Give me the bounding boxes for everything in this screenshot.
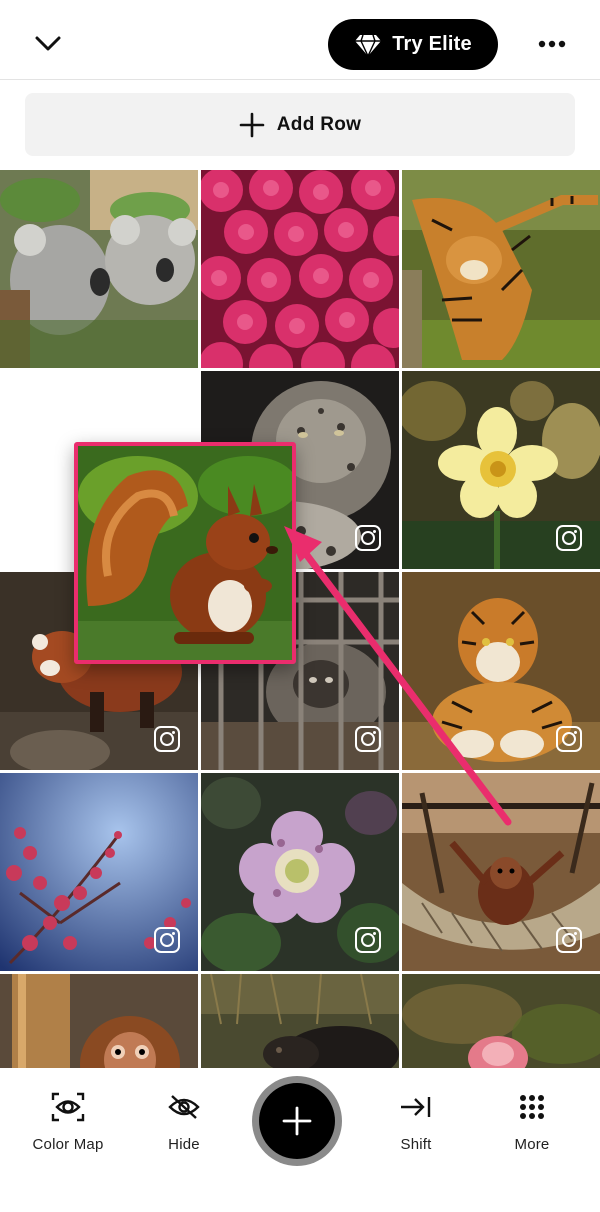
photo-tile-orangutan-hammock[interactable] bbox=[402, 773, 600, 971]
photo-tile-pink-flower[interactable] bbox=[402, 974, 600, 1068]
instagram-icon bbox=[154, 726, 180, 752]
photo-tile-hellebore[interactable] bbox=[201, 773, 399, 971]
photo-tile-koalas[interactable] bbox=[0, 170, 198, 368]
add-photo-fab-inner bbox=[259, 1083, 335, 1159]
photo-tile-blossom[interactable] bbox=[0, 773, 198, 971]
instagram-icon bbox=[154, 927, 180, 953]
add-row-label: Add Row bbox=[276, 113, 362, 135]
photo-tile-tiger-stretching[interactable] bbox=[402, 170, 600, 368]
hide-label: Hide bbox=[168, 1136, 200, 1153]
instagram-icon bbox=[355, 927, 381, 953]
instagram-icon bbox=[556, 525, 582, 551]
dragged-photo-tile-squirrel[interactable] bbox=[74, 442, 296, 664]
top-bar: Try Elite bbox=[0, 0, 600, 80]
photo-tile-small-mammal[interactable] bbox=[201, 974, 399, 1068]
instagram-icon bbox=[556, 726, 582, 752]
more-label: More bbox=[514, 1136, 550, 1153]
try-elite-button[interactable]: Try Elite bbox=[328, 19, 498, 70]
photo-tile-tiger-lying[interactable] bbox=[402, 572, 600, 770]
bottom-toolbar: Color Map Hide Shift More bbox=[0, 1068, 600, 1212]
add-photo-fab[interactable] bbox=[252, 1076, 342, 1166]
shift-label: Shift bbox=[400, 1136, 432, 1153]
photo-tile-daffodils[interactable] bbox=[402, 371, 600, 569]
chevron-down-icon bbox=[35, 36, 61, 51]
add-row-button[interactable]: Add Row bbox=[25, 93, 575, 156]
more-button[interactable]: More bbox=[482, 1090, 582, 1153]
photo-tile-baby-orangutan[interactable] bbox=[0, 974, 198, 1068]
eye-scan-icon bbox=[51, 1092, 85, 1122]
color-map-label: Color Map bbox=[32, 1136, 104, 1153]
collapse-button[interactable] bbox=[28, 24, 68, 64]
photo-tile-dahlias[interactable] bbox=[201, 170, 399, 368]
plus-icon bbox=[239, 112, 265, 137]
arrow-to-right-icon bbox=[401, 1097, 431, 1117]
shift-button[interactable]: Shift bbox=[366, 1090, 466, 1153]
hide-button[interactable]: Hide bbox=[134, 1090, 234, 1153]
try-elite-label: Try Elite bbox=[392, 33, 472, 55]
grid-dots-icon bbox=[520, 1095, 544, 1119]
instagram-icon bbox=[355, 726, 381, 752]
instagram-icon bbox=[556, 927, 582, 953]
plus-icon bbox=[282, 1106, 312, 1136]
diamond-icon bbox=[355, 34, 382, 57]
instagram-icon bbox=[355, 525, 381, 551]
more-horizontal-icon bbox=[538, 40, 566, 48]
color-map-button[interactable]: Color Map bbox=[18, 1090, 118, 1153]
eye-slash-icon bbox=[168, 1095, 200, 1119]
more-options-button[interactable] bbox=[530, 26, 574, 62]
photo-grid bbox=[0, 170, 600, 1068]
